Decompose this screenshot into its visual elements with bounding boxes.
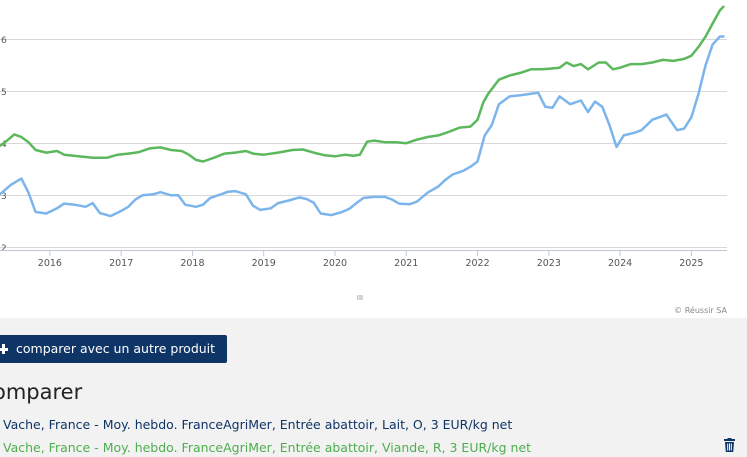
x-axis: 2016 2017 2018 2019 2020 2021 2022 2023 2024 2025 [0,250,727,269]
plus-icon [0,344,8,354]
series-line-milk[interactable] [0,35,725,218]
compare-button-label: comparer avec un autre produit [16,341,216,356]
price-chart: 23456 2016 2017 2018 2019 2020 2021 2022 2023 20… [0,5,728,315]
x-tick-label: 2018 [180,258,204,269]
y-tick-label: 2 [1,244,7,254]
y-tick-label: 6 [1,36,7,46]
x-tick-label: 2016 [38,258,62,269]
x-tick-label: 2021 [394,258,418,269]
compare-panel: comparer avec un autre produit omparer V… [0,318,747,457]
compared-product-milk[interactable]: Vache, France - Moy. hebdo. FranceAgriMe… [3,417,512,432]
x-tick-label: 2025 [679,258,703,269]
x-tick-label: 2019 [252,258,276,269]
chart-credit-watermark: © Réussir SA [674,305,727,315]
compare-other-product-button[interactable]: comparer avec un autre produit [0,335,228,363]
navigator-scroll-handle[interactable]: III [357,294,363,302]
x-tick-label: 2023 [537,258,561,269]
price-chart-panel: 23456 2016 2017 2018 2019 2020 2021 2022 2023 20… [0,0,736,318]
x-tick-label: 2020 [323,258,347,269]
x-tick-label: 2024 [608,258,632,269]
x-tick-label: 2022 [465,258,489,269]
y-tick-label: 5 [1,88,7,98]
chart-series [0,5,725,218]
trash-icon[interactable] [724,438,735,452]
compare-heading: omparer [0,380,83,404]
x-tick-label: 2017 [109,258,133,269]
compared-product-meat[interactable]: Vache, France - Moy. hebdo. FranceAgriMe… [3,440,531,455]
